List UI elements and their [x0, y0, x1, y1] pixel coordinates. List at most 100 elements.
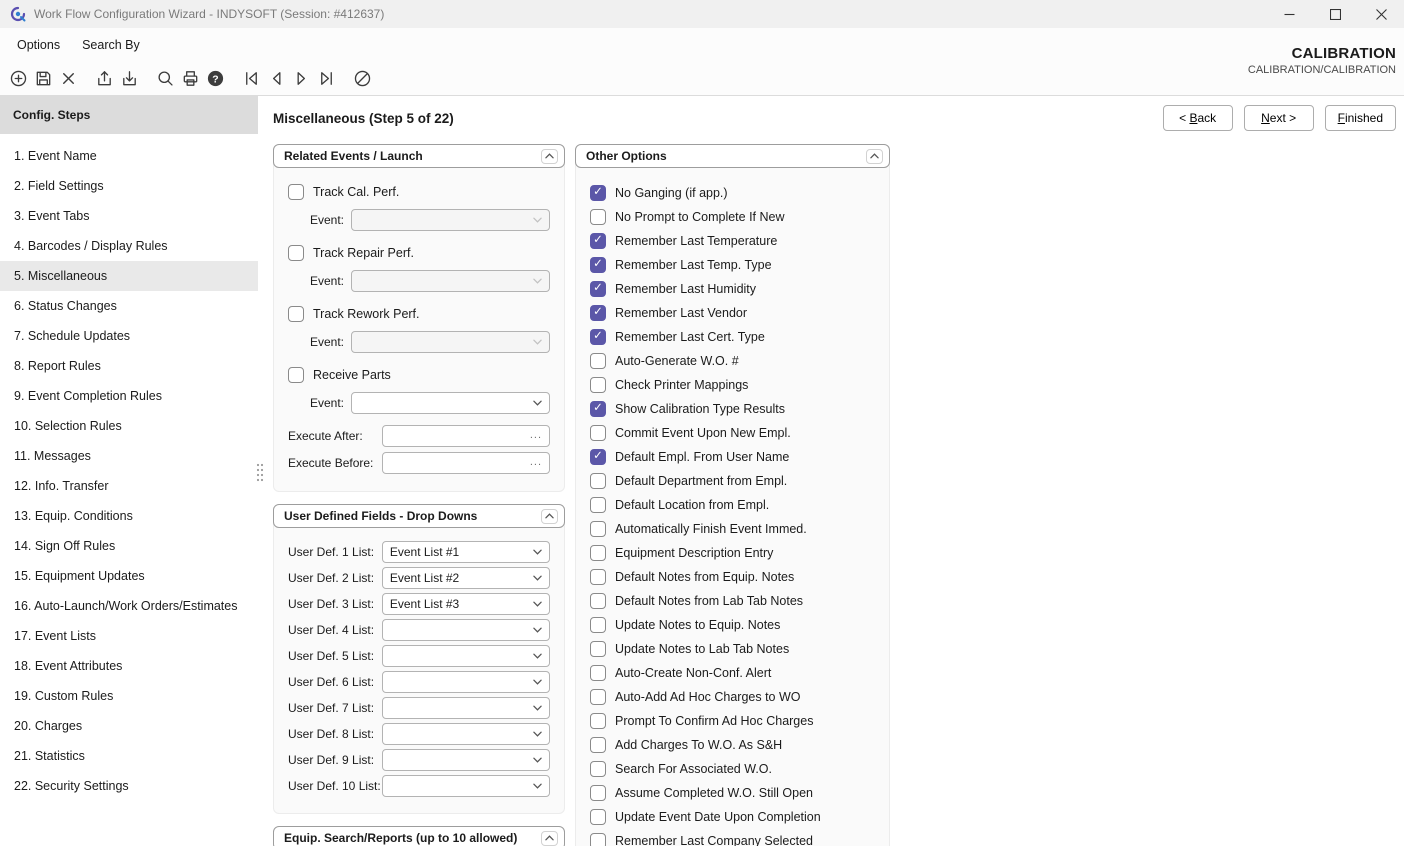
checkbox[interactable] — [590, 497, 606, 513]
collapse-panel-icon[interactable] — [541, 149, 558, 164]
config-step-item[interactable]: 21. Statistics — [0, 741, 258, 771]
option-checkbox-row[interactable]: Remember Last Vendor — [590, 301, 875, 325]
execute-before-field[interactable]: ... — [382, 452, 550, 474]
checkbox[interactable] — [590, 521, 606, 537]
option-checkbox-row[interactable]: Equipment Description Entry — [590, 541, 875, 565]
user-def-dropdown[interactable]: Event List #3 — [382, 593, 550, 615]
checkbox[interactable] — [590, 569, 606, 585]
config-step-item[interactable]: 2. Field Settings — [0, 171, 258, 201]
config-step-item[interactable]: 20. Charges — [0, 711, 258, 741]
collapse-panel-icon[interactable] — [866, 149, 883, 164]
user-def-dropdown[interactable] — [382, 645, 550, 667]
config-step-item[interactable]: 13. Equip. Conditions — [0, 501, 258, 531]
option-checkbox-row[interactable]: Automatically Finish Event Immed. — [590, 517, 875, 541]
checkbox[interactable] — [590, 473, 606, 489]
checkbox[interactable] — [590, 593, 606, 609]
event-dropdown[interactable] — [351, 331, 550, 353]
nav-first-icon[interactable] — [239, 66, 264, 91]
finished-button[interactable]: Finished — [1325, 105, 1396, 131]
checkbox[interactable] — [590, 713, 606, 729]
config-step-item[interactable]: 1. Event Name — [0, 141, 258, 171]
menu-search-by[interactable]: Search By — [82, 38, 140, 52]
checkbox[interactable] — [590, 425, 606, 441]
checkbox[interactable] — [590, 665, 606, 681]
checkbox[interactable] — [590, 761, 606, 777]
option-checkbox-row[interactable]: Default Department from Empl. — [590, 469, 875, 493]
nav-previous-icon[interactable] — [264, 66, 289, 91]
user-def-dropdown[interactable] — [382, 697, 550, 719]
checkbox[interactable] — [590, 329, 606, 345]
checkbox[interactable] — [590, 545, 606, 561]
config-step-item[interactable]: 4. Barcodes / Display Rules — [0, 231, 258, 261]
export-icon[interactable] — [92, 66, 117, 91]
option-checkbox-row[interactable]: Default Location from Empl. — [590, 493, 875, 517]
option-checkbox-row[interactable]: Prompt To Confirm Ad Hoc Charges — [590, 709, 875, 733]
user-def-dropdown[interactable] — [382, 775, 550, 797]
execute-after-field[interactable]: ... — [382, 425, 550, 447]
checkbox[interactable] — [590, 281, 606, 297]
event-dropdown[interactable] — [351, 270, 550, 292]
user-def-dropdown[interactable] — [382, 619, 550, 641]
option-checkbox-row[interactable]: Update Notes to Lab Tab Notes — [590, 637, 875, 661]
config-step-item[interactable]: 7. Schedule Updates — [0, 321, 258, 351]
back-button[interactable]: < Back — [1163, 105, 1233, 131]
option-checkbox-row[interactable]: Auto-Add Ad Hoc Charges to WO — [590, 685, 875, 709]
config-step-item[interactable]: 11. Messages — [0, 441, 258, 471]
splitter-handle[interactable] — [255, 462, 265, 482]
option-checkbox-row[interactable]: Remember Last Company Selected — [590, 829, 875, 846]
maximize-button[interactable] — [1312, 0, 1358, 28]
event-dropdown[interactable] — [351, 392, 550, 414]
config-step-item[interactable]: 6. Status Changes — [0, 291, 258, 321]
config-step-item[interactable]: 12. Info. Transfer — [0, 471, 258, 501]
option-checkbox-row[interactable]: Remember Last Cert. Type — [590, 325, 875, 349]
config-step-item[interactable]: 17. Event Lists — [0, 621, 258, 651]
option-checkbox-row[interactable]: Search For Associated W.O. — [590, 757, 875, 781]
print-icon[interactable] — [178, 66, 203, 91]
option-checkbox-row[interactable]: Update Notes to Equip. Notes — [590, 613, 875, 637]
user-def-dropdown[interactable] — [382, 723, 550, 745]
option-checkbox-row[interactable]: Remember Last Temp. Type — [590, 253, 875, 277]
checkbox[interactable] — [590, 641, 606, 657]
option-checkbox-row[interactable]: Default Notes from Equip. Notes — [590, 565, 875, 589]
checkbox[interactable] — [590, 785, 606, 801]
option-checkbox-row[interactable]: Remember Last Temperature — [590, 229, 875, 253]
option-checkbox-row[interactable]: Check Printer Mappings — [590, 373, 875, 397]
option-checkbox-row[interactable]: Remember Last Humidity — [590, 277, 875, 301]
search-icon[interactable] — [153, 66, 178, 91]
config-step-item[interactable]: 9. Event Completion Rules — [0, 381, 258, 411]
close-button[interactable] — [1358, 0, 1404, 28]
option-checkbox-row[interactable]: Default Notes from Lab Tab Notes — [590, 589, 875, 613]
checkbox[interactable] — [590, 185, 606, 201]
next-button[interactable]: Next > — [1244, 105, 1314, 131]
import-icon[interactable] — [117, 66, 142, 91]
menu-options[interactable]: Options — [17, 38, 60, 52]
checkbox[interactable] — [590, 449, 606, 465]
cancel-icon[interactable] — [350, 66, 375, 91]
collapse-panel-icon[interactable] — [541, 509, 558, 524]
user-def-dropdown[interactable] — [382, 749, 550, 771]
config-step-item[interactable]: 5. Miscellaneous — [0, 261, 258, 291]
checkbox[interactable] — [590, 737, 606, 753]
add-icon[interactable] — [6, 66, 31, 91]
option-checkbox-row[interactable]: No Prompt to Complete If New — [590, 205, 875, 229]
option-checkbox-row[interactable]: Add Charges To W.O. As S&H — [590, 733, 875, 757]
config-step-item[interactable]: 3. Event Tabs — [0, 201, 258, 231]
config-step-item[interactable]: 16. Auto-Launch/Work Orders/Estimates — [0, 591, 258, 621]
checkbox[interactable] — [590, 809, 606, 825]
option-checkbox-row[interactable]: Update Event Date Upon Completion — [590, 805, 875, 829]
option-checkbox-row[interactable]: Auto-Generate W.O. # — [590, 349, 875, 373]
event-dropdown[interactable] — [351, 209, 550, 231]
checkbox[interactable] — [288, 306, 304, 322]
config-step-item[interactable]: 19. Custom Rules — [0, 681, 258, 711]
browse-icon[interactable]: ... — [530, 460, 542, 466]
checkbox[interactable] — [590, 233, 606, 249]
checkbox[interactable] — [288, 184, 304, 200]
checkbox[interactable] — [590, 401, 606, 417]
save-icon[interactable] — [31, 66, 56, 91]
checkbox[interactable] — [590, 209, 606, 225]
nav-next-icon[interactable] — [289, 66, 314, 91]
checkbox[interactable] — [288, 367, 304, 383]
config-step-item[interactable]: 8. Report Rules — [0, 351, 258, 381]
config-step-item[interactable]: 15. Equipment Updates — [0, 561, 258, 591]
option-checkbox-row[interactable]: Default Empl. From User Name — [590, 445, 875, 469]
